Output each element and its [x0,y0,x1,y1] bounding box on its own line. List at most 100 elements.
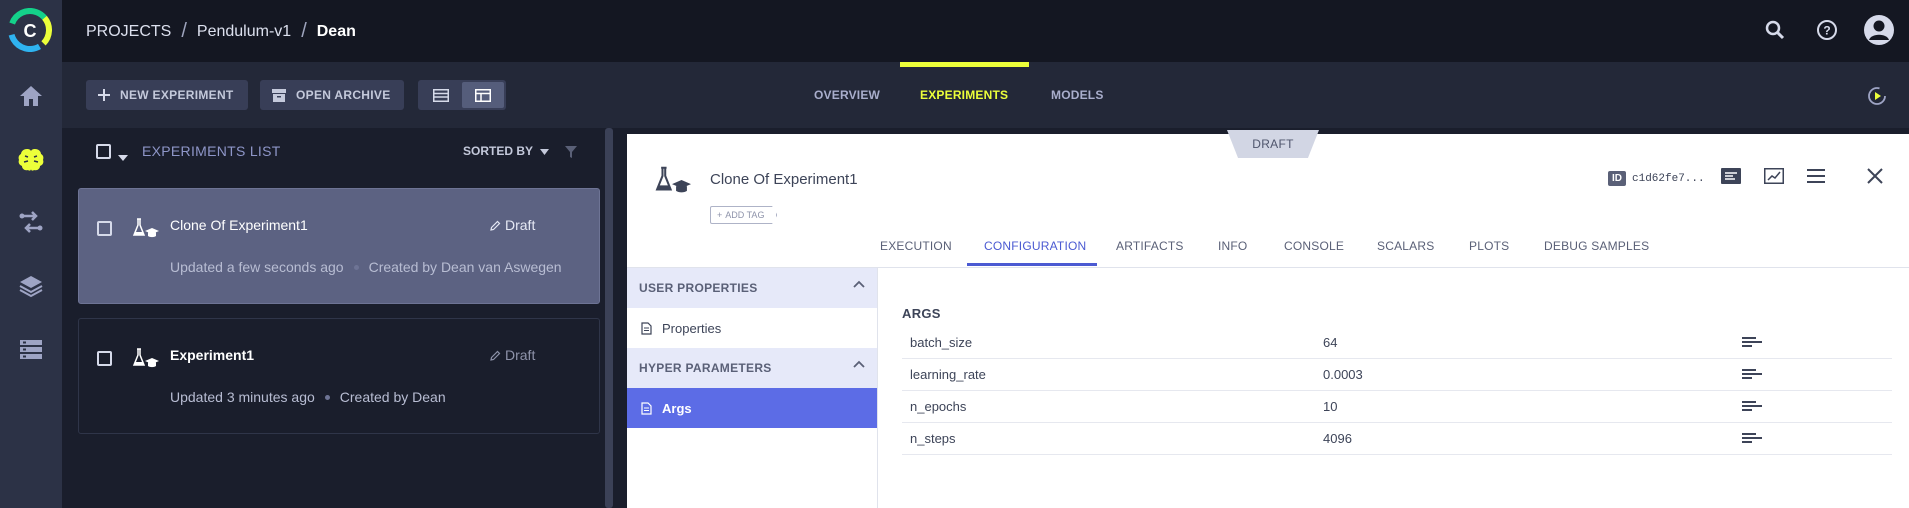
table-row: batch_size 64 [902,327,1892,359]
nav-item-label: Args [662,400,692,416]
experiments-list-title: EXPERIMENTS LIST [142,143,281,159]
section-label: HYPER PARAMETERS [639,361,772,375]
training-experiment-icon [131,217,159,244]
chevron-up-icon [853,360,865,368]
info-panel-icon[interactable] [1721,168,1743,191]
param-value: 4096 [1323,431,1352,446]
tab-overview[interactable]: OVERVIEW [814,88,880,102]
breadcrumb: PROJECTS / Pendulum-v1 / Dean [86,20,356,43]
chevron-up-icon [853,280,865,288]
experiment-name: Experiment1 [170,347,255,363]
status-label: Draft [505,347,536,363]
tab-models[interactable]: MODELS [1051,88,1104,102]
experiment-card[interactable]: Experiment1 Draft Updated 3 minutes ago … [78,318,600,434]
tab-scalars[interactable]: SCALARS [1377,239,1434,253]
help-icon[interactable]: ? [1811,14,1843,46]
section-hyper-parameters[interactable]: HYPER PARAMETERS [627,348,877,388]
configuration-sections-nav: USER PROPERTIES Properties HYPER PARAMET… [627,268,878,508]
meta-separator-dot [324,394,330,400]
param-description-icon[interactable] [1742,336,1762,351]
logo-letter: C [24,21,37,41]
select-menu-caret-icon[interactable] [118,148,128,166]
table-row: n_steps 4096 [902,423,1892,455]
param-key: n_epochs [910,399,967,414]
training-experiment-icon [131,347,159,374]
results-panel-icon[interactable] [1764,168,1786,191]
nav-item-properties[interactable]: Properties [627,308,877,348]
param-description-icon[interactable] [1742,400,1762,415]
hyperparameters-table: ARGS batch_size 64 learning_rate 0.0003 … [902,306,1892,455]
status-badge: Draft [490,347,535,363]
tab-info[interactable]: INFO [1218,239,1247,253]
clearml-logo[interactable]: C [7,7,52,52]
table-row: n_epochs 10 [902,391,1892,423]
tab-console[interactable]: CONSOLE [1284,239,1344,253]
nav-item-args[interactable]: Args [627,388,877,428]
breadcrumb-separator: / [181,20,187,42]
workers-queues-icon[interactable] [0,330,62,370]
pencil-icon [490,220,501,231]
param-value: 0.0003 [1323,367,1363,382]
add-tag-button[interactable]: + ADD TAG [710,206,778,224]
breadcrumb-separator: / [301,20,307,42]
filter-icon[interactable] [565,145,577,163]
updated-time: Updated a few seconds ago [170,259,344,275]
id-label: ID [1608,171,1626,186]
param-value: 64 [1323,335,1338,350]
tab-experiments[interactable]: EXPERIMENTS [920,88,1008,102]
plus-icon: + [717,210,723,220]
experiment-title[interactable]: Clone Of Experiment1 [710,171,858,188]
tab-plots[interactable]: PLOTS [1469,239,1509,253]
document-icon [641,401,652,415]
draft-status-badge: DRAFT [1227,130,1319,158]
datasets-layers-icon[interactable] [0,266,62,306]
meta-separator-dot [353,264,359,270]
param-key: n_steps [910,431,956,446]
document-icon [641,321,652,335]
chevron-down-icon [540,149,550,155]
close-icon[interactable] [1867,168,1883,189]
tab-configuration[interactable]: CONFIGURATION [984,239,1086,253]
breadcrumb-project[interactable]: Pendulum-v1 [197,23,291,41]
sorted-by-label: SORTED BY [463,144,533,158]
params-section-title: ARGS [902,306,941,321]
section-user-properties[interactable]: USER PROPERTIES [627,268,877,308]
param-description-icon[interactable] [1742,432,1762,447]
experiment-details-panel: DRAFT Clone Of Experiment1 + ADD TAG ID … [627,130,1909,508]
top-header: PROJECTS / Pendulum-v1 / Dean ? [62,0,1909,62]
param-key: learning_rate [910,367,986,382]
param-key: batch_size [910,335,973,350]
pipelines-icon[interactable] [0,202,62,242]
param-description-icon[interactable] [1742,368,1762,383]
section-label: USER PROPERTIES [639,281,758,295]
experiment-checkbox[interactable] [97,351,112,366]
created-by: Created by Dean [339,389,446,405]
user-avatar-icon[interactable] [1863,14,1895,46]
tab-debug-samples[interactable]: DEBUG SAMPLES [1544,239,1649,253]
pencil-icon [490,350,501,361]
status-label: Draft [505,217,536,233]
select-all-checkbox[interactable] [96,144,111,159]
updated-time: Updated 3 minutes ago [170,389,315,405]
left-nav-rail: C [0,0,62,508]
tab-execution[interactable]: EXECUTION [880,239,952,253]
experiment-id[interactable]: ID c1d62fe7... [1608,171,1705,186]
status-badge: Draft [490,217,535,233]
table-row: learning_rate 0.0003 [902,359,1892,391]
orchestration-play-icon[interactable] [1867,86,1887,111]
brain-icon[interactable] [0,140,62,180]
sorted-by-dropdown[interactable]: SORTED BY [463,144,550,158]
experiment-checkbox[interactable] [97,221,112,236]
experiment-card[interactable]: Clone Of Experiment1 Draft Updated a few… [78,188,600,304]
active-tab-indicator [967,263,1097,266]
experiment-meta: Updated 3 minutes ago Created by Dean [170,389,446,405]
home-icon[interactable] [0,76,62,116]
nav-item-label: Properties [662,320,722,336]
breadcrumb-projects[interactable]: PROJECTS [86,23,171,41]
experiment-meta: Updated a few seconds ago Created by Dea… [170,259,562,275]
tab-artifacts[interactable]: ARTIFACTS [1116,239,1184,253]
list-scrollbar[interactable] [605,128,613,508]
search-icon[interactable] [1759,14,1791,46]
menu-hamburger-icon[interactable] [1807,168,1825,189]
experiments-list-panel: EXPERIMENTS LIST SORTED BY Clone Of Expe… [62,128,616,508]
